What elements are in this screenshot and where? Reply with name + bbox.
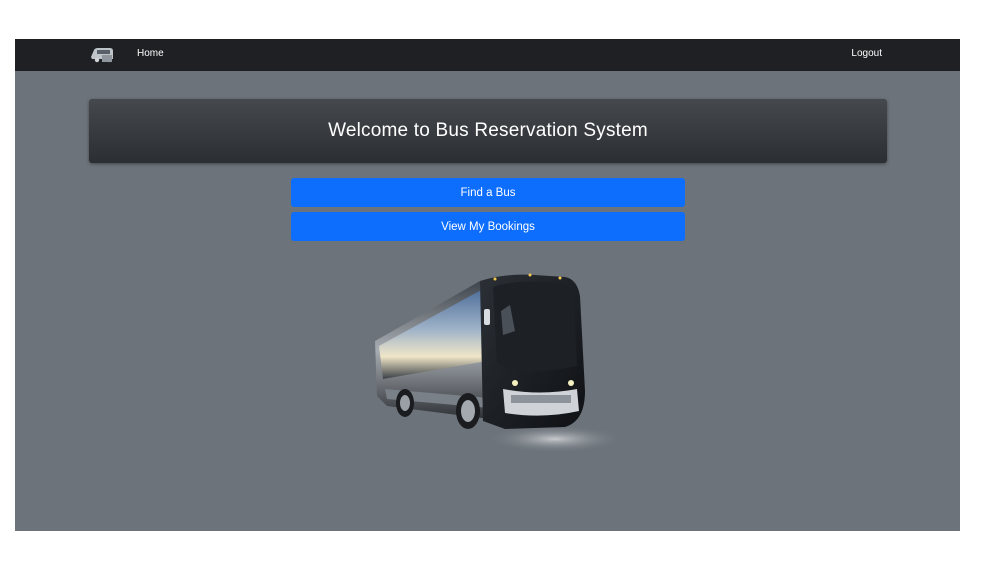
find-bus-button[interactable]: Find a Bus [291,178,685,207]
nav-home-link[interactable]: Home [137,48,164,59]
app-container: Home Logout Welcome to Bus Reservation S… [15,39,960,531]
top-navbar: Home Logout [15,39,960,71]
view-bookings-button[interactable]: View My Bookings [291,212,685,241]
welcome-banner: Welcome to Bus Reservation System [89,99,887,163]
bus-logo-icon[interactable] [88,45,118,65]
nav-logout-link[interactable]: Logout [851,48,882,59]
coach-bus-image [375,273,625,453]
page-title: Welcome to Bus Reservation System [328,120,648,141]
